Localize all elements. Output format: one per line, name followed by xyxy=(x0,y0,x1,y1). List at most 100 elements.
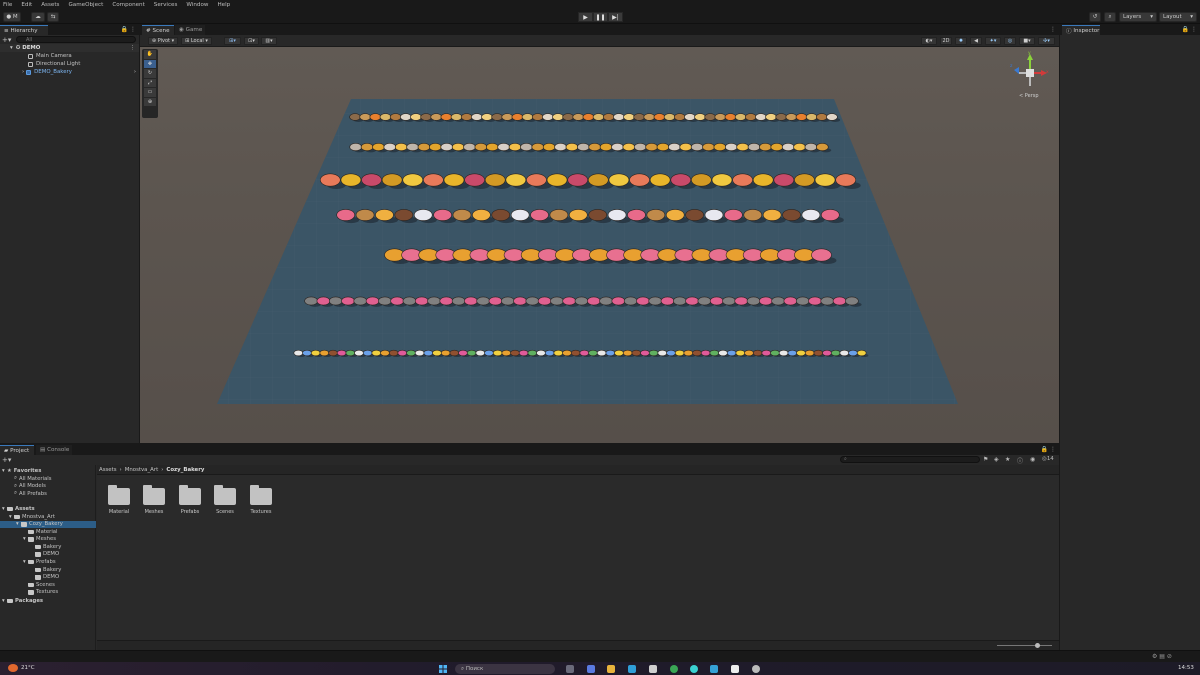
slider-handle[interactable] xyxy=(1035,643,1040,648)
tab-console[interactable]: ▤ Console xyxy=(36,445,72,455)
2d-toggle[interactable]: 2D xyxy=(940,37,952,45)
tree-item-demo[interactable]: DEMO xyxy=(0,551,96,559)
hierarchy-item-demo-bakery[interactable]: › DEMO_Bakery › xyxy=(0,68,139,76)
filter-by-type-button[interactable]: ⚑ xyxy=(983,456,988,463)
tab-game[interactable]: ◉ Game xyxy=(175,25,205,35)
tree-item-bakery[interactable]: Bakery xyxy=(0,566,96,574)
tree-item-textures[interactable]: Textures xyxy=(0,589,96,597)
folder-scenes[interactable]: Scenes xyxy=(210,485,240,515)
projection-label[interactable]: < Persp xyxy=(1019,93,1039,99)
folder-prefabs[interactable]: Prefabs xyxy=(175,485,205,515)
more-options-icon[interactable]: 🔒 ⋮ xyxy=(1182,26,1197,33)
cloud-button[interactable]: ☁ xyxy=(31,12,45,22)
tree-item-all-prefabs[interactable]: ⌕ All Prefabs xyxy=(0,490,96,498)
camera-button[interactable]: ■▾ xyxy=(1019,37,1035,45)
step-button[interactable]: ▶| xyxy=(608,12,623,22)
status-icons[interactable]: ⚙ ▤ ⊘ xyxy=(1152,653,1172,660)
breadcrumb-cozy-bakery[interactable]: Cozy_Bakery xyxy=(166,467,204,473)
tab-project[interactable]: ▰ Project xyxy=(0,445,34,455)
folder-textures[interactable]: Textures xyxy=(246,485,276,515)
chrome-icon[interactable] xyxy=(670,665,678,673)
audio-toggle[interactable]: ◀ xyxy=(970,37,982,45)
folder-material[interactable]: Material xyxy=(104,485,134,515)
more-options-icon[interactable]: ⋮ xyxy=(1050,26,1056,33)
tab-scene[interactable]: # Scene xyxy=(142,25,174,35)
unity-hub-icon[interactable] xyxy=(752,665,760,673)
folder-meshes[interactable]: Meshes xyxy=(139,485,169,515)
collab-button[interactable]: ⇆ xyxy=(47,12,59,22)
menu-window[interactable]: Window xyxy=(186,2,208,8)
edge-icon[interactable] xyxy=(628,665,636,673)
tree-item-all-models[interactable]: ⌕ All Models xyxy=(0,483,96,491)
tree-item-demo[interactable]: DEMO xyxy=(0,574,96,582)
gizmos-button[interactable]: ✣▾ xyxy=(1038,37,1055,45)
search-button[interactable]: ⌕ xyxy=(1104,12,1116,22)
more-options-icon[interactable]: 🔒 ⋮ xyxy=(121,26,136,33)
unity-icon[interactable] xyxy=(731,665,739,673)
hierarchy-search-input[interactable]: All xyxy=(16,36,136,43)
explorer-icon[interactable] xyxy=(607,665,615,673)
weather-temp[interactable]: 21°C xyxy=(21,665,35,671)
scale-tool-button[interactable]: ⤢ xyxy=(144,78,156,87)
effects-button[interactable]: ✦▾ xyxy=(985,37,1001,45)
project-search-input[interactable]: ⌕ xyxy=(840,456,980,463)
info-button[interactable]: ⓘ xyxy=(1017,456,1023,465)
hierarchy-item-directional-light[interactable]: Directional Light xyxy=(0,60,80,68)
lighting-toggle[interactable]: ✹ xyxy=(955,37,967,45)
hierarchy-item-main-camera[interactable]: Main Camera xyxy=(0,52,72,60)
scene-viewport[interactable]: ✋ ✥ ↻ ⤢ ▭ ⊕ y x z < Persp xyxy=(140,47,1059,443)
windows-start-icon[interactable] xyxy=(439,665,447,673)
tab-inspector[interactable]: ⓘ Inspector xyxy=(1062,25,1100,35)
menu-help[interactable]: Help xyxy=(217,2,230,8)
taskbar-search[interactable]: ⌕ Поиск xyxy=(455,664,555,674)
tree-item-scenes[interactable]: Scenes xyxy=(0,581,96,589)
rect-tool-button[interactable]: ▭ xyxy=(144,88,156,97)
tree-item-prefabs[interactable]: ▾ Prefabs xyxy=(0,558,96,566)
tree-item-bakery[interactable]: Bakery xyxy=(0,543,96,551)
move-tool-button[interactable]: ✥ xyxy=(144,59,156,68)
hidden-toggle[interactable]: ◎ xyxy=(1004,37,1016,45)
tree-item-mnostva-art[interactable]: ▾ Mnostva_Art xyxy=(0,513,96,521)
pivot-dropdown[interactable]: ⊕ Pivot ▾ xyxy=(148,37,178,45)
pause-button[interactable]: ❚❚ xyxy=(593,12,608,22)
menu-services[interactable]: Services xyxy=(154,2,178,8)
menu-gameobject[interactable]: GameObject xyxy=(68,2,103,8)
menu-component[interactable]: Component xyxy=(112,2,144,8)
breadcrumb-mnostva-art[interactable]: Mnostva_Art xyxy=(125,467,159,473)
chevron-right-icon[interactable]: › xyxy=(134,69,136,75)
account-button[interactable]: ● M xyxy=(3,12,21,22)
play-button[interactable]: ▶ xyxy=(578,12,593,22)
tree-item-favorites[interactable]: ▾ ★ Favorites xyxy=(0,467,96,475)
teams-icon[interactable] xyxy=(587,665,595,673)
more-options-icon[interactable]: ⋮ xyxy=(130,45,135,51)
tree-item-packages[interactable]: ▾ Packages xyxy=(0,597,96,605)
history-button[interactable]: ↺ xyxy=(1089,12,1101,22)
tree-item-cozy-bakery[interactable]: ▾ Cozy_Bakery xyxy=(0,520,96,528)
hand-tool-button[interactable]: ✋ xyxy=(144,50,156,59)
menu-assets[interactable]: Assets xyxy=(41,2,59,8)
transform-tool-button[interactable]: ⊕ xyxy=(144,97,156,106)
increment-button[interactable]: ▥▾ xyxy=(261,37,277,45)
add-button[interactable]: +▾ xyxy=(2,36,12,44)
rotate-tool-button[interactable]: ↻ xyxy=(144,69,156,78)
tree-item-all-materials[interactable]: ⌕ All Materials xyxy=(0,475,96,483)
clock[interactable]: 14:53 xyxy=(1178,665,1194,671)
icon-size-slider[interactable] xyxy=(997,645,1052,646)
draw-mode-button[interactable]: ◐▾ xyxy=(921,37,937,45)
layout-dropdown[interactable]: Layout ▾ xyxy=(1159,12,1197,22)
app-icon[interactable] xyxy=(690,665,698,673)
hierarchy-item-demo[interactable]: ▾ ✪ DEMO ⋮ xyxy=(0,44,139,52)
snap-increment-button[interactable]: ⊡▾ xyxy=(244,37,259,45)
create-button[interactable]: +▾ xyxy=(2,456,11,464)
layers-dropdown[interactable]: Layers ▾ xyxy=(1119,12,1157,22)
tree-item-material[interactable]: Material xyxy=(0,528,96,536)
menu-file[interactable]: File xyxy=(3,2,12,8)
tree-item-assets[interactable]: ▾ Assets xyxy=(0,505,96,513)
photos-icon[interactable] xyxy=(710,665,718,673)
favorite-button[interactable]: ★ xyxy=(1005,456,1010,463)
store-icon[interactable] xyxy=(649,665,657,673)
breadcrumb-assets[interactable]: Assets xyxy=(99,467,117,473)
space-dropdown[interactable]: ⊞ Local ▾ xyxy=(181,37,212,45)
tab-hierarchy[interactable]: ≡ Hierarchy xyxy=(0,25,48,35)
task-view-icon[interactable] xyxy=(566,665,574,673)
